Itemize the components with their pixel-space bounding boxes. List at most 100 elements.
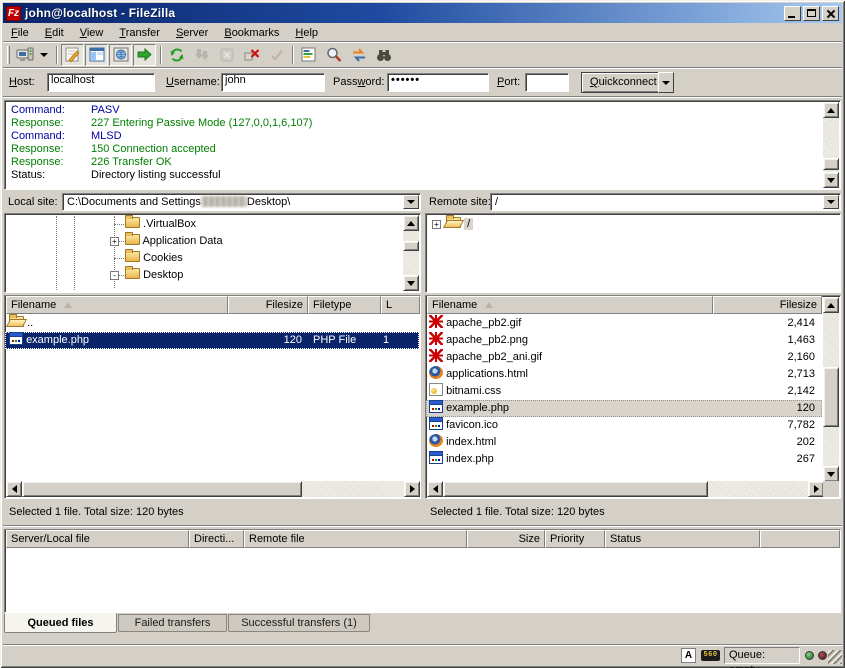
maximize-button[interactable] [803, 6, 820, 21]
queue-column-priority[interactable]: Priority [545, 530, 605, 548]
column-header-lastmodified[interactable]: L [381, 296, 420, 314]
refresh-button[interactable] [165, 44, 188, 66]
local-tree-scrollbar[interactable] [403, 215, 419, 291]
tree-item[interactable]: Cookies [125, 250, 183, 267]
scrollbar-thumb[interactable] [22, 481, 302, 497]
synchronized-browsing-button[interactable] [347, 44, 370, 66]
combo-dropdown-button[interactable] [403, 195, 419, 209]
scrollbar-thumb[interactable] [403, 241, 419, 251]
toggle-transfer-queue-button[interactable] [133, 44, 156, 66]
column-header-filesize[interactable]: Filesize [713, 296, 822, 314]
tab-successful-transfers[interactable]: Successful transfers (1) [228, 614, 370, 632]
scrollbar-thumb[interactable] [823, 367, 839, 427]
scroll-left-button[interactable] [6, 481, 22, 497]
remote-vscrollbar[interactable] [823, 297, 839, 482]
filename-filters-button[interactable] [372, 44, 395, 66]
column-header-filename[interactable]: Filename [427, 296, 713, 314]
reconnect-button[interactable] [265, 44, 288, 66]
port-input[interactable] [525, 73, 569, 92]
local-hscrollbar[interactable] [6, 481, 420, 497]
tree-item[interactable]: / [446, 216, 473, 233]
local-site-combo[interactable]: C:\Documents and SettingsDesktop\ [62, 193, 421, 211]
minimize-button[interactable] [784, 6, 801, 21]
process-queue-button[interactable] [190, 44, 213, 66]
file-row[interactable]: favicon.ico 7,782 [426, 417, 822, 434]
site-manager-button[interactable] [13, 44, 36, 66]
tab-failed-transfers[interactable]: Failed transfers [118, 614, 227, 632]
tree-expander[interactable]: + [432, 220, 441, 229]
scroll-right-button[interactable] [808, 481, 824, 497]
menu-transfer[interactable]: Transfer [111, 25, 168, 41]
file-row-selected-inactive[interactable]: example.php 120 [426, 400, 822, 417]
column-header-filename[interactable]: Filename [6, 296, 228, 314]
php-file-icon [429, 400, 443, 413]
scroll-down-button[interactable] [403, 275, 419, 291]
file-row[interactable]: apache_pb2.png 1,463 [426, 332, 822, 349]
quickconnect-dropdown-button[interactable] [658, 72, 674, 93]
transfer-type-indicator[interactable]: A [681, 648, 696, 663]
queue-column-status[interactable]: Status [605, 530, 760, 548]
file-search-button[interactable] [322, 44, 345, 66]
column-header-filetype[interactable]: Filetype [308, 296, 381, 314]
queue-column-direction[interactable]: Directi... [189, 530, 244, 548]
tree-expander[interactable]: - [110, 271, 119, 280]
php-file-icon [9, 332, 23, 345]
close-button[interactable] [822, 6, 839, 21]
speed-limit-icon[interactable]: 560 [701, 650, 720, 661]
tree-expander[interactable]: + [110, 237, 119, 246]
column-header-filesize[interactable]: Filesize [228, 296, 308, 314]
directory-comparison-button[interactable] [297, 44, 320, 66]
menu-bookmarks[interactable]: Bookmarks [216, 25, 287, 41]
scroll-left-button[interactable] [427, 481, 443, 497]
site-manager-dropdown-button[interactable] [37, 44, 51, 66]
file-row[interactable]: applications.html 2,713 [426, 366, 822, 383]
log-scrollbar[interactable] [823, 102, 839, 188]
cancel-button[interactable] [215, 44, 238, 66]
menu-edit[interactable]: Edit [37, 25, 72, 41]
menu-file[interactable]: File [3, 25, 37, 41]
queue-column-local-file[interactable]: Server/Local file [6, 530, 189, 548]
file-row[interactable]: index.html 202 [426, 434, 822, 451]
file-row[interactable]: index.php 267 [426, 451, 822, 468]
file-row[interactable]: apache_pb2_ani.gif 2,160 [426, 349, 822, 366]
scroll-up-button[interactable] [823, 297, 839, 313]
toggle-remote-tree-button[interactable] [109, 44, 132, 66]
toolbar-separator [56, 46, 58, 64]
queue-column-remote-file[interactable]: Remote file [244, 530, 467, 548]
tree-item[interactable]: .VirtualBox [125, 216, 196, 233]
tree-item[interactable]: Application Data [125, 233, 223, 250]
disconnect-button[interactable] [240, 44, 263, 66]
menu-help[interactable]: Help [287, 25, 326, 41]
scrollbar-thumb[interactable] [823, 158, 839, 170]
scroll-up-button[interactable] [823, 102, 839, 118]
tab-queued-files[interactable]: Queued files [4, 613, 117, 633]
host-input[interactable]: localhost [47, 73, 155, 92]
toggle-local-tree-button[interactable] [85, 44, 108, 66]
title-bar[interactable]: Fz john@localhost - FileZilla [3, 3, 842, 23]
file-row[interactable]: .. [5, 315, 419, 332]
file-row[interactable]: apache_pb2.gif 2,414 [426, 315, 822, 332]
tree-item[interactable]: Desktop [125, 267, 183, 284]
scroll-down-button[interactable] [823, 172, 839, 188]
scroll-right-button[interactable] [404, 481, 420, 497]
file-row-selected[interactable]: example.php 120 PHP File 1 [5, 332, 419, 349]
resize-grip[interactable] [828, 650, 842, 664]
scroll-up-button[interactable] [403, 215, 419, 231]
quickconnect-button[interactable]: Quickconnect [581, 72, 666, 93]
toggle-message-log-button[interactable] [61, 44, 84, 66]
combo-dropdown-button[interactable] [823, 195, 839, 209]
scroll-down-button[interactable] [823, 466, 839, 482]
menu-server[interactable]: Server [168, 25, 216, 41]
password-input[interactable]: •••••• [387, 73, 489, 92]
file-row[interactable]: bitnami.css 2,142 [426, 383, 822, 400]
queue-column-size[interactable]: Size [467, 530, 545, 548]
remote-hscrollbar[interactable] [427, 481, 824, 497]
username-input[interactable]: john [221, 73, 325, 92]
menu-view[interactable]: View [72, 25, 112, 41]
chevron-down-icon [407, 200, 415, 204]
remote-site-combo[interactable]: / [490, 193, 841, 211]
scrollbar-thumb[interactable] [443, 481, 708, 497]
tree-guide [114, 224, 124, 225]
folder-icon [125, 268, 140, 279]
toolbar-grip[interactable] [7, 46, 10, 64]
